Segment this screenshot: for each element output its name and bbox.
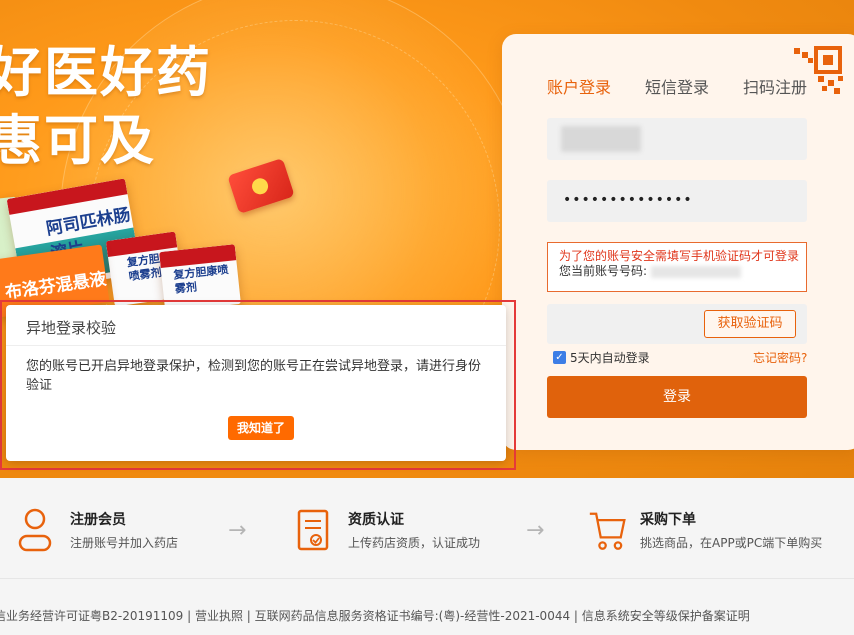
login-button[interactable]: 登录	[547, 376, 807, 418]
tab-sms-login[interactable]: 短信登录	[645, 74, 709, 98]
username-field[interactable]	[547, 118, 807, 160]
slogan-line-2: 惠可及	[0, 109, 156, 172]
warning-text: 为了您的账号安全需填写手机验证码才可登录	[559, 249, 800, 263]
shopping-cart-icon	[589, 512, 626, 550]
get-code-button[interactable]: 获取验证码	[704, 310, 796, 338]
product-name: 布洛芬混悬液	[3, 269, 108, 304]
forgot-password-link[interactable]: 忘记密码?	[753, 349, 807, 366]
tab-qr-register[interactable]: 扫码注册	[743, 74, 807, 98]
step-desc: 注册账号并加入药店	[70, 536, 179, 550]
step-desc: 挑选商品，在APP或PC端下单购买	[640, 536, 823, 550]
arrow-right-icon: →	[526, 518, 545, 543]
step-title: 资质认证	[348, 512, 404, 528]
dialog-title: 异地登录校验	[26, 319, 117, 337]
dialog-ok-button[interactable]: 我知道了	[228, 416, 294, 440]
footer: 信业务经营许可证粤B2-20191109 | 营业执照 | 互联网药品信息服务资…	[0, 578, 854, 635]
remember-label: 5天内自动登录	[570, 351, 650, 365]
password-mask: ••••••••••••••	[563, 192, 693, 208]
document-check-icon	[297, 509, 329, 551]
step-certify: 资质认证 上传药店资质，认证成功	[296, 508, 480, 554]
steps-bar: 注册会员 注册账号并加入药店 → 资质认证 上传药店资质，认证成功 → 采购下单…	[0, 478, 854, 578]
redacted-phone	[650, 265, 741, 278]
checkbox-checked-icon[interactable]: ✓	[553, 351, 566, 364]
remember-me[interactable]: ✓ 5天内自动登录	[553, 349, 650, 366]
step-register: 注册会员 注册账号并加入药店	[18, 508, 178, 554]
login-tabs: 账户登录 短信登录 扫码注册	[547, 74, 807, 98]
footer-license-text[interactable]: 信业务经营许可证粤B2-20191109 | 营业执照 | 互联网药品信息服务资…	[0, 607, 750, 624]
password-field[interactable]: ••••••••••••••	[547, 180, 807, 222]
step-title: 采购下单	[640, 512, 696, 528]
step-purchase: 采购下单 挑选商品，在APP或PC端下单购买	[588, 508, 822, 554]
user-icon	[18, 508, 52, 552]
login-panel: 账户登录 短信登录 扫码注册 •••••••••••••• 为了您的账号安全需填…	[502, 34, 854, 450]
arrow-right-icon: →	[228, 518, 247, 543]
step-desc: 上传药店资质，认证成功	[348, 536, 481, 550]
product-name: 复方胆康喷雾剂	[172, 263, 229, 296]
dialog-message: 您的账号已开启异地登录保护，检测到您的账号正在尝试异地登录，请进行身份验证	[26, 359, 482, 393]
tab-account-login[interactable]: 账户登录	[547, 74, 611, 98]
current-phone-label: 您当前账号号码:	[559, 264, 806, 279]
dialog-divider	[6, 345, 506, 346]
step-title: 注册会员	[70, 512, 126, 528]
redacted-username	[561, 126, 641, 152]
remote-login-dialog: 异地登录校验 您的账号已开启异地登录保护，检测到您的账号正在尝试异地登录，请进行…	[6, 305, 506, 461]
verification-warning: 为了您的账号安全需填写手机验证码才可登录 您当前账号号码:	[547, 242, 807, 292]
